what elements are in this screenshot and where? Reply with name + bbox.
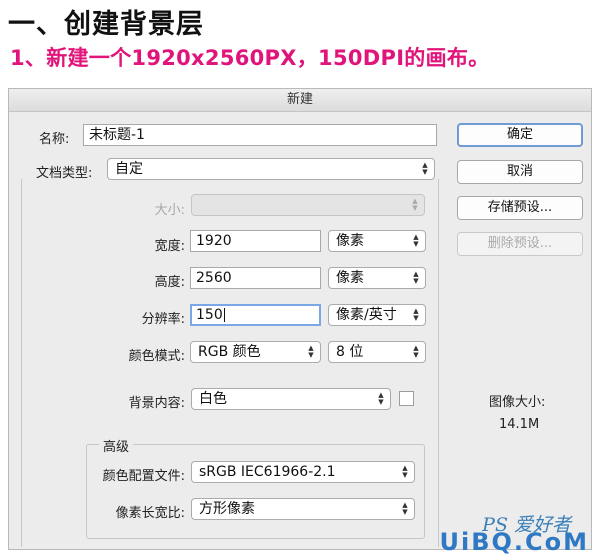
save-preset-button[interactable]: 存储预设... (457, 196, 583, 220)
updown-chevron-icon: ▲ ▼ (413, 270, 419, 285)
resolution-unit-value: 像素/英寸 (336, 307, 397, 323)
image-size-label: 图像大小: (489, 395, 546, 410)
section-heading: 一、创建背景层 (8, 9, 204, 40)
resolution-value: 150 (196, 307, 223, 323)
name-input[interactable]: 未标题-1 (83, 124, 437, 146)
color-profile-value: sRGB IEC61966-2.1 (199, 464, 336, 480)
updown-chevron-icon: ▲ ▼ (308, 344, 314, 359)
doc-type-label: 文档类型: (36, 162, 95, 181)
watermark-site: UiBQ.CoM (439, 528, 589, 556)
height-label: 高度: (154, 275, 185, 290)
width-label: 宽度: (154, 239, 185, 254)
updown-chevron-icon: ▲ ▼ (402, 464, 408, 479)
step-instruction: 1、新建一个1920x2560PX，150DPI的画布。 (10, 46, 490, 70)
background-select[interactable]: 白色 ▲ ▼ (191, 388, 391, 410)
background-value: 白色 (199, 391, 227, 407)
color-profile-select[interactable]: sRGB IEC61966-2.1 ▲ ▼ (191, 461, 415, 483)
image-size-value: 14.1M (499, 417, 540, 432)
pixel-aspect-select[interactable]: 方形像素 ▲ ▼ (191, 498, 415, 520)
color-mode-select[interactable]: RGB 颜色 ▲ ▼ (190, 341, 321, 363)
updown-chevron-icon: ▲ ▼ (413, 344, 419, 359)
pixel-aspect-label: 像素长宽比: (115, 506, 185, 521)
color-mode-value: RGB 颜色 (198, 344, 261, 360)
advanced-title: 高级 (99, 436, 134, 455)
advanced-group-frame (86, 444, 425, 539)
background-color-swatch[interactable] (399, 391, 414, 406)
updown-chevron-icon: ▲ ▼ (422, 161, 428, 176)
updown-chevron-icon: ▲ ▼ (413, 233, 419, 248)
resolution-label: 分辨率: (141, 312, 185, 327)
bit-depth-value: 8 位 (336, 344, 364, 360)
width-input[interactable]: 1920 (190, 230, 321, 252)
name-label: 名称: (39, 132, 70, 147)
width-unit-value: 像素 (336, 233, 364, 249)
resolution-input[interactable]: 150 (190, 304, 321, 326)
doc-type-value: 自定 (115, 161, 143, 177)
text-caret (223, 308, 225, 322)
updown-chevron-icon: ▲ ▼ (412, 197, 418, 212)
background-label: 背景内容: (128, 396, 185, 411)
size-select: ▲ ▼ (191, 194, 425, 216)
delete-preset-button: 删除预设... (457, 232, 583, 256)
height-unit-select[interactable]: 像素 ▲ ▼ (328, 267, 426, 289)
doc-type-select[interactable]: 自定 ▲ ▼ (107, 158, 435, 180)
ok-button[interactable]: 确定 (457, 123, 583, 147)
resolution-unit-select[interactable]: 像素/英寸 ▲ ▼ (328, 304, 426, 326)
updown-chevron-icon: ▲ ▼ (402, 501, 408, 516)
dialog-title: 新建 (9, 89, 591, 112)
new-document-dialog: 新建 名称: 未标题-1 文档类型: 自定 ▲ ▼ 大小: ▲ ▼ 宽度: 1920… (8, 88, 592, 550)
color-profile-label: 颜色配置文件: (102, 469, 185, 484)
pixel-aspect-value: 方形像素 (199, 501, 255, 517)
updown-chevron-icon: ▲ ▼ (413, 307, 419, 322)
height-unit-value: 像素 (336, 270, 364, 286)
cancel-button[interactable]: 取消 (457, 160, 583, 184)
color-mode-label: 颜色模式: (128, 349, 185, 364)
bit-depth-select[interactable]: 8 位 ▲ ▼ (328, 341, 426, 363)
size-label: 大小: (154, 203, 185, 218)
width-unit-select[interactable]: 像素 ▲ ▼ (328, 230, 426, 252)
updown-chevron-icon: ▲ ▼ (378, 391, 384, 406)
height-input[interactable]: 2560 (190, 267, 321, 289)
